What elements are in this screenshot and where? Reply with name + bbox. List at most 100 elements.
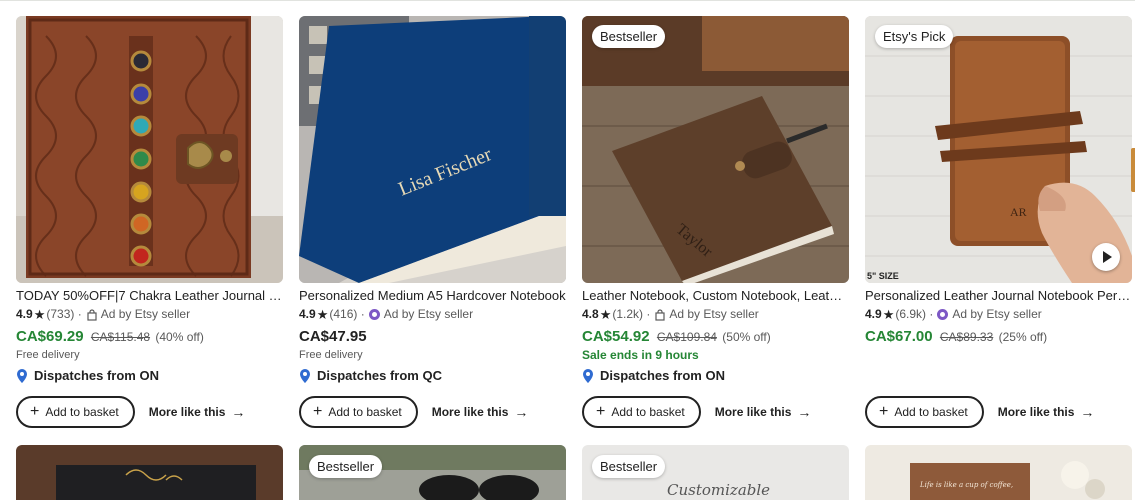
- listing-rating: 4.9 ★ (733) · Ad by Etsy seller: [16, 307, 283, 322]
- header-divider: [0, 0, 1135, 1]
- plus-icon: +: [313, 403, 323, 420]
- review-count: (416): [329, 307, 358, 321]
- delivery-note: Free delivery: [16, 349, 80, 361]
- review-count: (733): [46, 307, 75, 321]
- listing-title[interactable]: TODAY 50%OFF|7 Chakra Leather Journal Ha…: [16, 288, 283, 304]
- star-seller-icon: [368, 309, 380, 320]
- arrow-right-icon: →: [1080, 404, 1095, 420]
- add-to-basket-button[interactable]: + Add to basket: [582, 396, 701, 428]
- sale-countdown: Sale ends in 9 hours: [582, 348, 699, 362]
- add-to-basket-label: Add to basket: [45, 405, 119, 419]
- card-actions: + Add to basket More like this →: [16, 396, 245, 428]
- more-like-this-label: More like this: [997, 405, 1075, 419]
- rating-score: 4.9: [299, 307, 316, 321]
- listing-title[interactable]: Leather Notebook, Custom Notebook, Leath…: [582, 288, 849, 304]
- plus-icon: +: [879, 403, 889, 420]
- listing-image[interactable]: [16, 445, 283, 500]
- cover-quote-text: Life is like a cup of coffee,: [919, 481, 1013, 489]
- arrow-right-icon: →: [797, 404, 812, 420]
- add-to-basket-button[interactable]: + Add to basket: [299, 396, 418, 428]
- separator-dot: ·: [357, 307, 365, 321]
- rating-score: 4.9: [865, 307, 882, 321]
- arrow-right-icon: →: [514, 404, 529, 420]
- listing-card[interactable]: TODAY 50%OFF|7 Chakra Leather Journal Ha…: [16, 16, 283, 428]
- shopping-bag-icon: [87, 308, 97, 321]
- blue-hardcover-notebook-image: Lisa Fischer: [299, 16, 566, 283]
- listing-card[interactable]: Taylor Bestseller Leather Notebook, Cust…: [582, 16, 849, 428]
- sale-price: CA$69.29: [16, 328, 84, 345]
- leather-wrap-journal-image: AR: [865, 16, 1132, 283]
- separator-dot: ·: [643, 307, 651, 321]
- price-row: CA$47.95: [299, 328, 566, 346]
- location-pin-icon: [300, 368, 310, 383]
- listing-image[interactable]: AR Etsy's Pick 5" SIZE: [865, 16, 1132, 283]
- add-to-basket-button[interactable]: + Add to basket: [16, 396, 135, 428]
- price-row: CA$54.92 CA$109.84 (50% off): [582, 328, 849, 346]
- more-like-this-link[interactable]: More like this →: [715, 404, 812, 420]
- shopping-bag-icon: [655, 308, 665, 321]
- listing-title[interactable]: Personalized Leather Journal Notebook Pe…: [865, 288, 1132, 304]
- more-like-this-label: More like this: [431, 405, 509, 419]
- listing-rating: 4.9 ★ (416) · Ad by Etsy seller: [299, 307, 566, 322]
- original-price: CA$89.33: [939, 330, 994, 344]
- more-like-this-link[interactable]: More like this →: [998, 404, 1095, 420]
- listing-rating: 4.9 ★ (6.9k) · Ad by Etsy seller: [865, 307, 1132, 322]
- chakra-journal-image: [16, 16, 283, 283]
- card-actions: + Add to basket More like this →: [865, 396, 1094, 428]
- star-icon: ★: [882, 307, 895, 322]
- delivery-note: Free delivery: [299, 349, 363, 361]
- bestseller-badge: Bestseller: [592, 25, 666, 48]
- add-to-basket-button[interactable]: + Add to basket: [865, 396, 984, 428]
- price: CA$47.95: [299, 328, 367, 345]
- discount-label: (50% off): [722, 330, 771, 344]
- card-actions: + Add to basket More like this →: [299, 396, 528, 428]
- dispatch-info: Dispatches from ON: [582, 368, 725, 383]
- listing-image[interactable]: Life is like a cup of coffee,: [865, 445, 1132, 500]
- plus-icon: +: [596, 403, 606, 420]
- listing-card[interactable]: Lisa Fischer Personalized Medium A5 Hard…: [299, 16, 566, 428]
- size-tag: 5" SIZE: [867, 271, 899, 281]
- star-icon: ★: [599, 307, 612, 322]
- listing-card[interactable]: AR Etsy's Pick 5" SIZE Personalized Leat…: [865, 16, 1132, 428]
- dispatch-label: Dispatches from ON: [600, 368, 725, 383]
- price-row: CA$67.00 CA$89.33 (25% off): [865, 328, 1132, 346]
- cover-script-text: Customizable: [667, 481, 770, 499]
- etsys-pick-badge: Etsy's Pick: [875, 25, 954, 48]
- star-seller-icon: [937, 309, 949, 320]
- listing-title[interactable]: Personalized Medium A5 Hardcover Noteboo…: [299, 288, 566, 304]
- price-row: CA$69.29 CA$115.48 (40% off): [16, 328, 283, 346]
- sale-price: CA$67.00: [865, 328, 933, 345]
- black-journal-image: [16, 445, 283, 500]
- sale-price: CA$54.92: [582, 328, 650, 345]
- plus-icon: +: [30, 403, 40, 420]
- coffee-quote-notebook-image: Life is like a cup of coffee,: [865, 445, 1132, 500]
- play-icon[interactable]: [1092, 243, 1120, 271]
- more-like-this-link[interactable]: More like this →: [432, 404, 529, 420]
- ad-label: Ad by Etsy seller: [669, 307, 759, 321]
- add-to-basket-label: Add to basket: [894, 405, 968, 419]
- location-pin-icon: [17, 368, 27, 383]
- card-actions: + Add to basket More like this →: [582, 396, 811, 428]
- cover-initials-text: AR: [1010, 205, 1027, 219]
- separator-dot: ·: [926, 307, 934, 321]
- listing-image[interactable]: [16, 16, 283, 283]
- original-price: CA$109.84: [656, 330, 717, 344]
- dispatch-info: Dispatches from ON: [16, 368, 159, 383]
- review-count: (1.2k): [612, 307, 644, 321]
- ad-label: Ad by Etsy seller: [100, 307, 191, 321]
- listing-image[interactable]: Bestseller: [299, 445, 566, 500]
- ad-label: Ad by Etsy seller: [952, 307, 1042, 321]
- listing-image[interactable]: Customizable Bestseller: [582, 445, 849, 500]
- add-to-basket-label: Add to basket: [328, 405, 402, 419]
- location-pin-icon: [583, 368, 593, 383]
- more-like-this-label: More like this: [714, 405, 792, 419]
- ad-label: Ad by Etsy seller: [383, 307, 474, 321]
- star-icon: ★: [33, 307, 46, 322]
- arrow-right-icon: →: [231, 404, 246, 420]
- brown-leather-notebook-image: Taylor: [582, 16, 849, 283]
- dispatch-label: Dispatches from ON: [34, 368, 159, 383]
- listing-image[interactable]: Taylor Bestseller: [582, 16, 849, 283]
- listing-image[interactable]: Lisa Fischer: [299, 16, 566, 283]
- star-icon: ★: [316, 307, 329, 322]
- more-like-this-link[interactable]: More like this →: [149, 404, 246, 420]
